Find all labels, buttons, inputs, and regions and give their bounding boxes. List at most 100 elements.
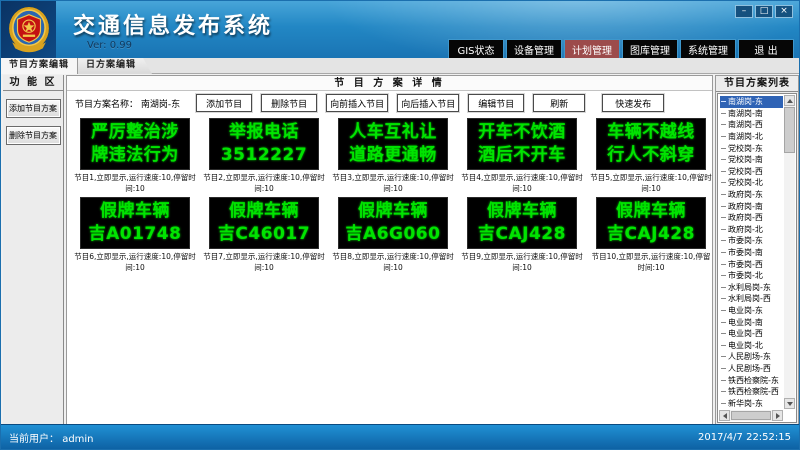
list-item-label: 人民剧场-东 — [728, 351, 771, 362]
tree-dash — [721, 345, 726, 346]
tree-dash — [721, 136, 726, 137]
plan-name-caption: 节目方案名称： — [75, 100, 138, 110]
add-plan-button[interactable]: 添加节目方案 — [6, 99, 61, 118]
horizontal-scroll-thumb[interactable] — [731, 411, 771, 420]
nav-exit[interactable]: 退 出 — [738, 39, 794, 60]
led-preview: 举报电话 3512227 — [209, 118, 319, 170]
list-item-label: 人民剧场-西 — [728, 363, 771, 374]
list-item-label: 政府岗-西 — [728, 212, 763, 223]
list-item-label: 政府岗-南 — [728, 201, 763, 212]
nav-device-management[interactable]: 设备管理 — [506, 39, 562, 60]
program-caption: 节目3,立即显示,运行速度:10,停留时间:10 — [332, 172, 454, 196]
program-cell[interactable]: 假牌车辆 吉CAJ428 节目10,立即显示,运行速度:10,停留时间:10 — [590, 197, 712, 275]
delete-program-button[interactable]: 删除节目 — [261, 94, 317, 112]
current-user-label: 当前用户： — [9, 434, 59, 445]
program-cell[interactable]: 车辆不越线 行人不斜穿 节目5,立即显示,运行速度:10,停留时间:10 — [590, 118, 712, 196]
list-item[interactable]: 政府岗-北 — [720, 224, 783, 236]
list-item[interactable]: 政府岗-南 — [720, 200, 783, 212]
scroll-left-icon[interactable] — [719, 410, 730, 421]
nav-plan-management[interactable]: 计划管理 — [564, 39, 620, 60]
tree-dash — [721, 333, 726, 334]
list-item-label: 南湖岗-东 — [728, 96, 763, 107]
list-item-label: 电业岗-西 — [728, 328, 763, 339]
edit-program-button[interactable]: 编辑节目 — [468, 94, 524, 112]
insert-after-button[interactable]: 向后插入节目 — [397, 94, 459, 112]
list-item[interactable]: 人民剧场-西 — [720, 363, 783, 375]
list-item[interactable]: 党校岗-东 — [720, 142, 783, 154]
nav-system-management[interactable]: 系统管理 — [680, 39, 736, 60]
led-line: 假牌车辆 — [339, 200, 447, 223]
nav-gis-status[interactable]: GIS状态 — [448, 39, 504, 60]
program-cell[interactable]: 假牌车辆 吉A01748 节目6,立即显示,运行速度:10,停留时间:10 — [74, 197, 196, 275]
tab-day-plan-edit[interactable]: 日方案编辑 — [78, 58, 152, 74]
maximize-button[interactable]: □ — [755, 5, 773, 18]
program-cell[interactable]: 假牌车辆 吉CAJ428 节目9,立即显示,运行速度:10,停留时间:10 — [461, 197, 583, 275]
list-item[interactable]: 水利局岗-东 — [720, 282, 783, 294]
program-cell[interactable]: 假牌车辆 吉C46017 节目7,立即显示,运行速度:10,停留时间:10 — [203, 197, 325, 275]
led-line: 3512227 — [210, 144, 318, 167]
scroll-up-icon[interactable] — [784, 95, 795, 106]
tree-dash — [721, 322, 726, 323]
list-item[interactable]: 铁西检察院-西 — [720, 386, 783, 398]
minimize-button[interactable]: – — [735, 5, 753, 18]
list-item[interactable]: 新华岗-东 — [720, 397, 783, 409]
list-item[interactable]: 南湖岗-西 — [720, 119, 783, 131]
program-caption: 节目9,立即显示,运行速度:10,停留时间:10 — [461, 251, 583, 275]
nav-gallery-management[interactable]: 图库管理 — [622, 39, 678, 60]
tree-dash — [721, 229, 726, 230]
program-cell[interactable]: 开车不饮酒 酒后不开车 节目4,立即显示,运行速度:10,停留时间:10 — [461, 118, 583, 196]
window-controls: – □ × — [735, 5, 793, 18]
list-item[interactable]: 党校岗-南 — [720, 154, 783, 166]
list-item[interactable]: 水利局岗-西 — [720, 293, 783, 305]
delete-plan-button[interactable]: 删除节目方案 — [6, 126, 61, 145]
scroll-right-icon[interactable] — [772, 410, 783, 421]
version-label: Ver: 0.99 — [87, 40, 132, 51]
title-bar: 交通信息发布系统 Ver: 0.99 – □ × GIS状态 设备管理 计划管理… — [1, 1, 799, 58]
plan-toolbar: 节目方案名称： 南湖岗-东 添加节目 删除节目 向前插入节目 向后插入节目 编辑… — [67, 91, 712, 115]
close-button[interactable]: × — [775, 5, 793, 18]
program-cell[interactable]: 严厉整治涉 牌违法行为 节目1,立即显示,运行速度:10,停留时间:10 — [74, 118, 196, 196]
list-item[interactable]: 电业岗-西 — [720, 328, 783, 340]
led-preview: 假牌车辆 吉A01748 — [80, 197, 190, 249]
program-cell[interactable]: 人车互礼让 道路更通畅 节目3,立即显示,运行速度:10,停留时间:10 — [332, 118, 454, 196]
led-line: 举报电话 — [210, 121, 318, 144]
list-item-label: 市委岗-北 — [728, 270, 763, 281]
app-window: 交通信息发布系统 Ver: 0.99 – □ × GIS状态 设备管理 计划管理… — [0, 0, 800, 450]
list-item[interactable]: 市委岗-北 — [720, 270, 783, 282]
insert-before-button[interactable]: 向前插入节目 — [326, 94, 388, 112]
list-item[interactable]: 市委岗-东 — [720, 235, 783, 247]
program-cell[interactable]: 举报电话 3512227 节目2,立即显示,运行速度:10,停留时间:10 — [203, 118, 325, 196]
list-item[interactable]: 电业岗-南 — [720, 316, 783, 328]
list-item[interactable]: 铁西检察院-东 — [720, 374, 783, 386]
list-item[interactable]: 市委岗-南 — [720, 247, 783, 259]
list-item[interactable]: 南湖岗-北 — [720, 131, 783, 143]
vertical-scroll-thumb[interactable] — [784, 107, 795, 153]
horizontal-scrollbar[interactable] — [719, 410, 783, 421]
program-caption: 节目5,立即显示,运行速度:10,停留时间:10 — [590, 172, 712, 196]
list-item[interactable]: 人民剧场-东 — [720, 351, 783, 363]
list-item[interactable]: 南湖岗-南 — [720, 108, 783, 120]
vertical-scrollbar[interactable] — [784, 95, 795, 409]
list-item[interactable]: 电业岗-东 — [720, 305, 783, 317]
police-badge-logo — [1, 1, 56, 58]
list-item[interactable]: 电业岗-北 — [720, 339, 783, 351]
program-cell[interactable]: 假牌车辆 吉A6G060 节目8,立即显示,运行速度:10,停留时间:10 — [332, 197, 454, 275]
list-item[interactable]: 政府岗-西 — [720, 212, 783, 224]
quick-publish-button[interactable]: 快速发布 — [602, 94, 664, 112]
led-line: 吉CAJ428 — [468, 223, 576, 246]
scroll-down-icon[interactable] — [784, 398, 795, 409]
plan-detail-panel: 节 目 方 案 详 情 节目方案名称： 南湖岗-东 添加节目 删除节目 向前插入… — [66, 75, 713, 425]
list-item[interactable]: 政府岗-东 — [720, 189, 783, 201]
led-line: 酒后不开车 — [468, 144, 576, 167]
refresh-button[interactable]: 刷新 — [533, 94, 585, 112]
list-item[interactable]: 党校岗-西 — [720, 166, 783, 178]
tab-program-plan-edit[interactable]: 节目方案编辑 — [1, 58, 78, 74]
list-item[interactable]: 南湖岗-东 — [720, 96, 783, 108]
list-item[interactable]: 党校岗-北 — [720, 177, 783, 189]
list-item[interactable]: 市委岗-西 — [720, 258, 783, 270]
add-program-button[interactable]: 添加节目 — [196, 94, 252, 112]
led-line: 假牌车辆 — [597, 200, 705, 223]
tree-dash — [721, 275, 726, 276]
list-item-label: 党校岗-西 — [728, 166, 763, 177]
led-line: 假牌车辆 — [468, 200, 576, 223]
